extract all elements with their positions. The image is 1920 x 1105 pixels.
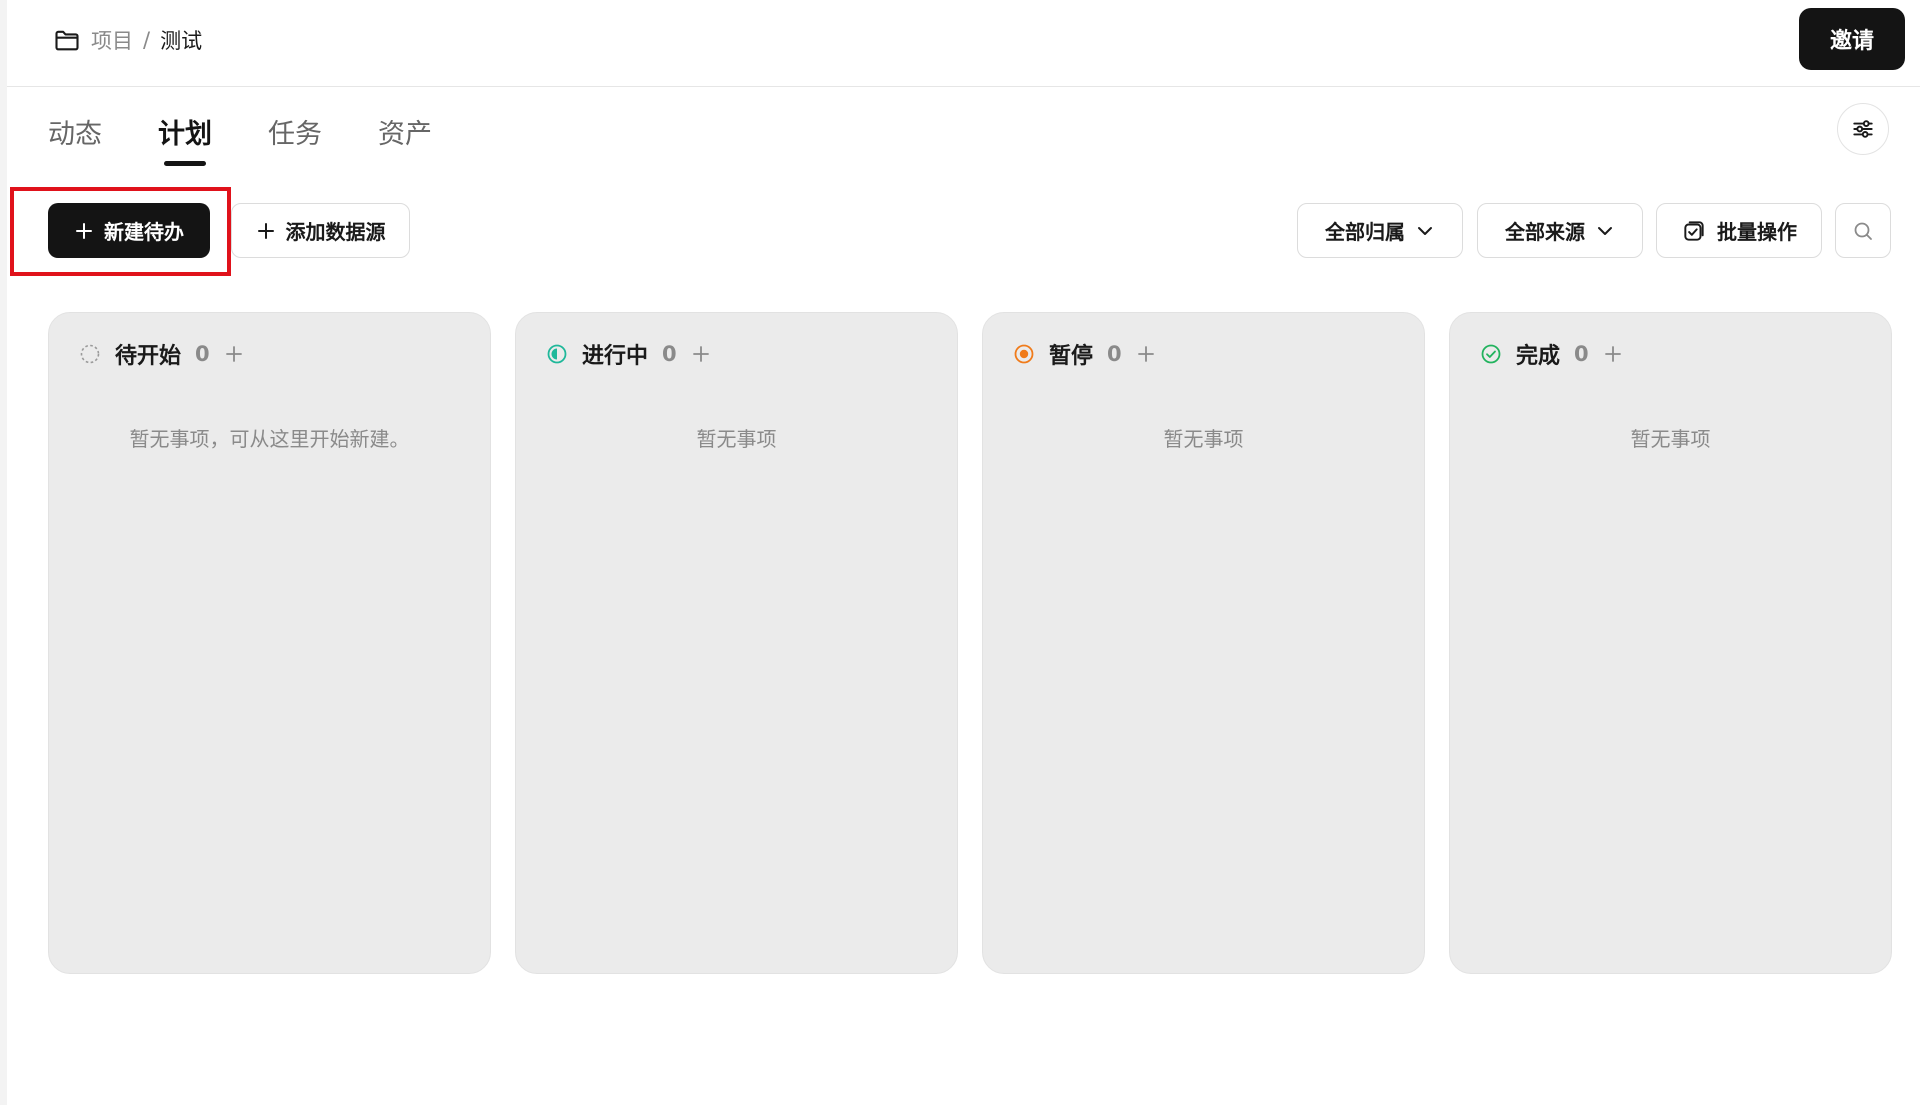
header: 项目 / 测试 bbox=[7, 0, 1920, 87]
view-settings-button[interactable] bbox=[1837, 103, 1889, 155]
sliders-icon bbox=[1850, 116, 1876, 142]
folder-icon bbox=[53, 26, 81, 54]
tab-assets[interactable]: 资产 bbox=[378, 108, 432, 158]
column-empty-text: 暂无事项 bbox=[1630, 427, 1711, 451]
invite-button[interactable]: 邀请 bbox=[1799, 8, 1905, 70]
add-item-plus-icon[interactable] bbox=[1136, 344, 1156, 364]
column-empty-text: 暂无事项，可从这里开始新建。 bbox=[129, 427, 410, 451]
column-in-progress: 进行中 0 暂无事项 bbox=[515, 312, 958, 974]
plus-icon bbox=[256, 221, 276, 241]
source-filter-dropdown[interactable]: 全部来源 bbox=[1477, 203, 1643, 258]
column-paused: 暂停 0 暂无事项 bbox=[982, 312, 1425, 974]
column-empty-text: 暂无事项 bbox=[696, 427, 777, 451]
column-count: 0 bbox=[662, 342, 677, 366]
column-title: 待开始 bbox=[115, 344, 182, 369]
dashed-circle-icon bbox=[79, 343, 101, 365]
add-data-source-button[interactable]: 添加数据源 bbox=[231, 203, 410, 258]
breadcrumb-root[interactable]: 项目 bbox=[91, 25, 133, 55]
batch-check-icon bbox=[1681, 218, 1707, 244]
column-title: 完成 bbox=[1516, 344, 1561, 369]
column-header: 进行中 0 bbox=[546, 337, 711, 371]
batch-operation-button[interactable]: 批量操作 bbox=[1656, 203, 1822, 258]
breadcrumb-separator: / bbox=[143, 28, 151, 52]
batch-operation-label: 批量操作 bbox=[1717, 220, 1797, 244]
chevron-down-icon bbox=[1595, 221, 1615, 241]
left-edge-strip bbox=[0, 0, 7, 1105]
half-circle-icon bbox=[546, 343, 568, 365]
add-item-plus-icon[interactable] bbox=[691, 344, 711, 364]
column-empty-text: 暂无事项 bbox=[1163, 427, 1244, 451]
owner-filter-label: 全部归属 bbox=[1325, 220, 1405, 244]
search-button[interactable] bbox=[1835, 203, 1891, 258]
source-filter-label: 全部来源 bbox=[1505, 220, 1585, 244]
column-count: 0 bbox=[1574, 342, 1589, 366]
column-header: 暂停 0 bbox=[1013, 337, 1156, 371]
dot-circle-icon bbox=[1013, 343, 1035, 365]
column-header: 完成 0 bbox=[1480, 337, 1623, 371]
add-data-source-label: 添加数据源 bbox=[285, 220, 386, 244]
column-count: 0 bbox=[1107, 342, 1122, 366]
column-header: 待开始 0 bbox=[79, 337, 244, 371]
search-icon bbox=[1851, 219, 1875, 243]
breadcrumb-current: 测试 bbox=[160, 29, 203, 53]
plus-icon bbox=[74, 221, 94, 241]
new-todo-label: 新建待办 bbox=[104, 220, 184, 244]
column-todo: 待开始 0 暂无事项，可从这里开始新建。 bbox=[48, 312, 491, 974]
tab-activity[interactable]: 动态 bbox=[48, 108, 102, 158]
add-item-plus-icon[interactable] bbox=[1603, 344, 1623, 364]
add-item-plus-icon[interactable] bbox=[224, 344, 244, 364]
breadcrumb: 项目 / 测试 bbox=[53, 22, 202, 58]
chevron-down-icon bbox=[1415, 221, 1435, 241]
column-done: 完成 0 暂无事项 bbox=[1449, 312, 1892, 974]
owner-filter-dropdown[interactable]: 全部归属 bbox=[1297, 203, 1463, 258]
column-title: 暂停 bbox=[1049, 344, 1094, 369]
column-title: 进行中 bbox=[582, 344, 649, 369]
check-circle-icon bbox=[1480, 343, 1502, 365]
new-todo-button[interactable]: 新建待办 bbox=[48, 203, 210, 258]
tab-tasks[interactable]: 任务 bbox=[268, 108, 322, 158]
tab-plan[interactable]: 计划 bbox=[158, 108, 212, 158]
tab-bar: 动态 计划 任务 资产 bbox=[48, 108, 488, 164]
column-count: 0 bbox=[195, 342, 210, 366]
